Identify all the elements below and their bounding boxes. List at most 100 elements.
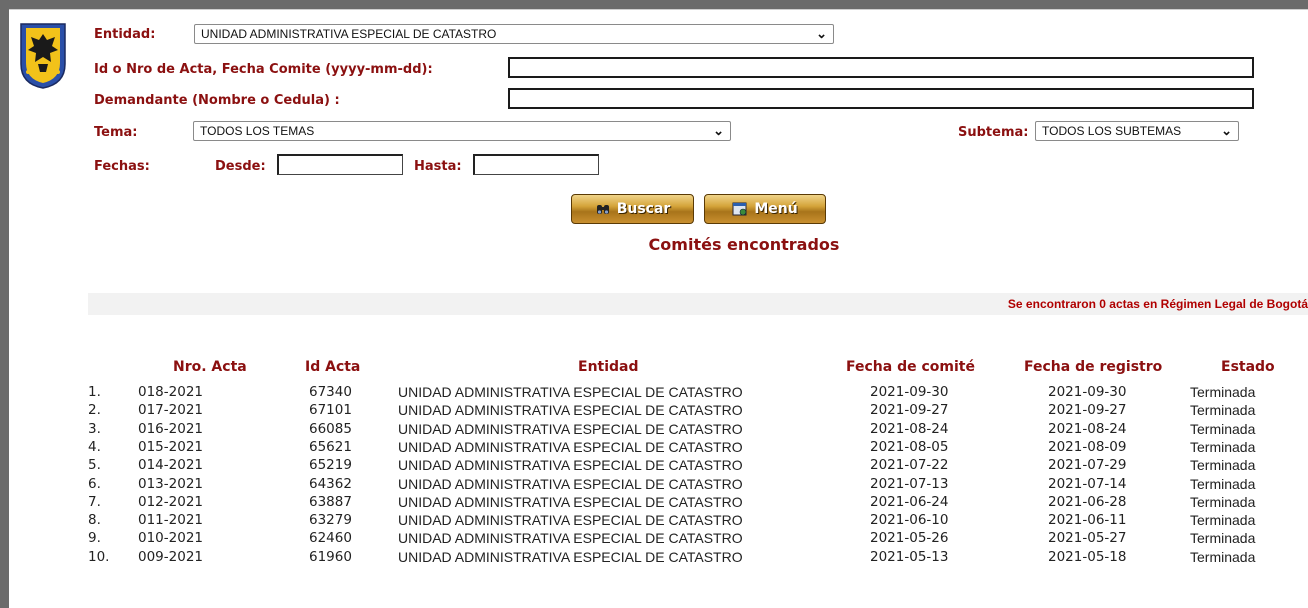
- row-fecha-registro: 2021-05-27: [1048, 530, 1127, 547]
- row-entidad: UNIDAD ADMINISTRATIVA ESPECIAL DE CATAST…: [398, 384, 743, 400]
- row-fecha-comite: 2021-08-24: [870, 420, 949, 437]
- row-fecha-comite: 2021-05-13: [870, 548, 949, 565]
- table-row[interactable]: 4. 015-2021 65621 UNIDAD ADMINISTRATIVA ESP…: [0, 439, 1308, 457]
- row-number: 7.: [88, 493, 101, 510]
- header-fecha-comite[interactable]: Fecha de comité: [846, 359, 975, 375]
- tema-label: Tema:: [94, 125, 138, 140]
- row-id-acta[interactable]: 66085: [309, 421, 352, 437]
- row-fecha-comite: 2021-09-30: [870, 384, 949, 400]
- hasta-date-input[interactable]: [473, 154, 599, 175]
- row-id-acta[interactable]: 67101: [309, 402, 352, 418]
- frame-divider: [9, 9, 1308, 10]
- entidad-select[interactable]: UNIDAD ADMINISTRATIVA ESPECIAL DE CATAST…: [194, 24, 834, 44]
- row-nro-acta[interactable]: 011-2021: [138, 512, 203, 528]
- header-id-acta[interactable]: Id Acta: [305, 359, 360, 375]
- acta-label: Id o Nro de Acta, Fecha Comite (yyyy-mm-…: [94, 62, 433, 77]
- row-fecha-registro: 2021-06-11: [1048, 512, 1127, 529]
- row-nro-acta[interactable]: 009-2021: [138, 549, 203, 565]
- header-fecha-registro[interactable]: Fecha de registro: [1024, 359, 1162, 375]
- row-id-acta[interactable]: 63887: [309, 494, 352, 510]
- tema-select[interactable]: TODOS LOS TEMAS ⌄: [193, 121, 731, 141]
- table-row[interactable]: 5. 014-2021 65219 UNIDAD ADMINISTRATIVA ESP…: [0, 457, 1308, 475]
- row-entidad: UNIDAD ADMINISTRATIVA ESPECIAL DE CATAST…: [398, 420, 743, 437]
- results-title: Comités encontrados: [648, 235, 840, 254]
- row-estado: Terminada: [1190, 420, 1256, 437]
- row-nro-acta[interactable]: 018-2021: [138, 384, 203, 400]
- desde-label: Desde:: [215, 159, 266, 174]
- demandante-label: Demandante (Nombre o Cedula) :: [94, 93, 340, 108]
- row-id-acta[interactable]: 62460: [309, 530, 352, 546]
- row-nro-acta[interactable]: 014-2021: [138, 457, 203, 473]
- row-id-acta[interactable]: 67340: [309, 384, 352, 400]
- row-fecha-registro: 2021-06-28: [1048, 493, 1127, 510]
- row-id-acta[interactable]: 65219: [309, 457, 352, 473]
- header-nro-acta[interactable]: Nro. Acta: [173, 359, 247, 375]
- row-id-acta[interactable]: 61960: [309, 549, 352, 565]
- header-estado[interactable]: Estado: [1221, 359, 1275, 375]
- row-fecha-comite: 2021-09-27: [870, 402, 949, 419]
- demandante-input[interactable]: [508, 88, 1254, 109]
- row-fecha-registro: 2021-09-30: [1048, 384, 1127, 400]
- binoculars-icon: [596, 205, 609, 214]
- table-row[interactable]: 1. 018-2021 67340 UNIDAD ADMINISTRATIVA ESP…: [0, 384, 1308, 402]
- row-fecha-comite: 2021-06-10: [870, 512, 949, 529]
- table-row[interactable]: 6. 013-2021 64362 UNIDAD ADMINISTRATIVA ESP…: [0, 476, 1308, 494]
- chevron-down-icon: ⌄: [816, 26, 827, 41]
- row-fecha-registro: 2021-07-14: [1048, 475, 1127, 492]
- row-fecha-registro: 2021-08-24: [1048, 420, 1127, 437]
- table-row[interactable]: 9. 010-2021 62460 UNIDAD ADMINISTRATIVA ESP…: [0, 530, 1308, 548]
- row-number: 8.: [88, 512, 101, 529]
- fechas-label: Fechas:: [94, 159, 150, 174]
- results-summary-bar: Se encontraron 0 actas en Régimen Legal …: [88, 293, 1308, 315]
- entidad-label: Entidad:: [94, 27, 156, 42]
- row-fecha-comite: 2021-07-13: [870, 475, 949, 492]
- row-nro-acta[interactable]: 010-2021: [138, 530, 203, 546]
- entidad-select-value: UNIDAD ADMINISTRATIVA ESPECIAL DE CATAST…: [201, 27, 497, 41]
- row-number: 2.: [88, 402, 101, 419]
- row-number: 3.: [88, 420, 101, 437]
- row-number: 4.: [88, 438, 101, 455]
- row-nro-acta[interactable]: 013-2021: [138, 476, 203, 492]
- row-nro-acta[interactable]: 017-2021: [138, 402, 203, 418]
- row-entidad: UNIDAD ADMINISTRATIVA ESPECIAL DE CATAST…: [398, 438, 743, 455]
- table-row[interactable]: 3. 016-2021 66085 UNIDAD ADMINISTRATIVA ESP…: [0, 421, 1308, 439]
- table-row[interactable]: 10. 009-2021 61960 UNIDAD ADMINISTRATIVA ES…: [0, 549, 1308, 567]
- menu-button[interactable]: Menú: [704, 194, 826, 224]
- row-id-acta[interactable]: 64362: [309, 476, 352, 492]
- row-fecha-comite: 2021-08-05: [870, 438, 949, 455]
- table-row[interactable]: 8. 011-2021 63279 UNIDAD ADMINISTRATIVA ESP…: [0, 512, 1308, 530]
- subtema-select[interactable]: TODOS LOS SUBTEMAS ⌄: [1035, 121, 1239, 141]
- row-number: 9.: [88, 530, 101, 547]
- row-estado: Terminada: [1190, 384, 1256, 400]
- buscar-button[interactable]: Buscar: [571, 194, 694, 224]
- chevron-down-icon: ⌄: [1221, 123, 1232, 138]
- row-estado: Terminada: [1190, 438, 1256, 455]
- row-id-acta[interactable]: 63279: [309, 512, 352, 528]
- window-frame-top: [0, 0, 1308, 9]
- row-estado: Terminada: [1190, 548, 1256, 565]
- table-row[interactable]: 2. 017-2021 67101 UNIDAD ADMINISTRATIVA ESP…: [0, 402, 1308, 420]
- row-nro-acta[interactable]: 015-2021: [138, 439, 203, 455]
- row-nro-acta[interactable]: 016-2021: [138, 421, 203, 437]
- results-summary: Se encontraron 0 actas en Régimen Legal …: [1007, 297, 1308, 311]
- row-fecha-comite: 2021-06-24: [870, 493, 949, 510]
- row-fecha-comite: 2021-07-22: [870, 457, 949, 474]
- row-estado: Terminada: [1190, 457, 1256, 474]
- row-number: 10.: [88, 548, 110, 565]
- acta-input[interactable]: [508, 57, 1254, 78]
- subtema-label: Subtema:: [958, 125, 1029, 140]
- tema-select-value: TODOS LOS TEMAS: [200, 124, 315, 138]
- row-estado: Terminada: [1190, 475, 1256, 492]
- row-nro-acta[interactable]: 012-2021: [138, 494, 203, 510]
- row-entidad: UNIDAD ADMINISTRATIVA ESPECIAL DE CATAST…: [398, 512, 743, 529]
- row-id-acta[interactable]: 65621: [309, 439, 352, 455]
- row-estado: Terminada: [1190, 493, 1256, 510]
- window-icon: [732, 202, 747, 216]
- row-number: 5.: [88, 457, 101, 474]
- row-fecha-registro: 2021-05-18: [1048, 548, 1127, 565]
- row-entidad: UNIDAD ADMINISTRATIVA ESPECIAL DE CATAST…: [398, 475, 743, 492]
- desde-date-input[interactable]: [277, 154, 403, 175]
- table-row[interactable]: 7. 012-2021 63887 UNIDAD ADMINISTRATIVA ESP…: [0, 494, 1308, 512]
- row-estado: Terminada: [1190, 512, 1256, 529]
- header-entidad[interactable]: Entidad: [578, 359, 639, 375]
